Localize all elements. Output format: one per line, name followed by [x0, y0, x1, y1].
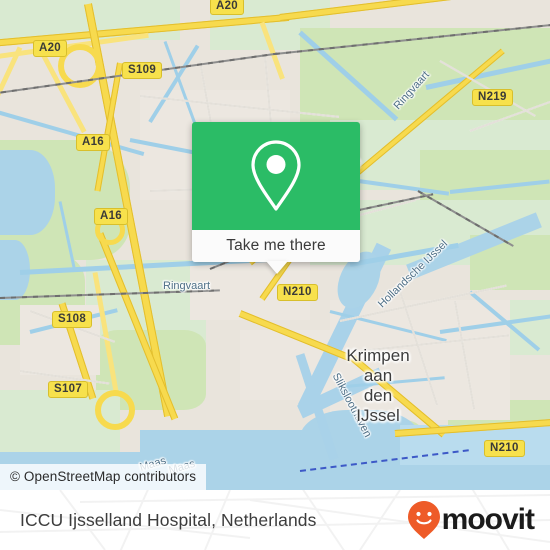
road-shield: N210: [484, 440, 525, 457]
footer-bar: ICCU Ijsselland Hospital, Netherlands mo…: [0, 490, 550, 550]
road-shield: A16: [76, 134, 110, 151]
water-label: Ringvaart: [163, 280, 211, 292]
map-pin-icon: [251, 140, 301, 211]
moovit-smiley-pin-icon: [407, 501, 440, 539]
location-callout-card[interactable]: Take me there: [192, 122, 360, 274]
road-shield: S108: [52, 311, 93, 328]
road-shield: S107: [48, 381, 89, 398]
road-shield: A20: [210, 0, 244, 15]
take-me-there-label: Take me there: [226, 237, 326, 254]
water-label: Hollandsche IJssel: [375, 237, 451, 311]
take-me-there-button[interactable]: Take me there: [192, 230, 360, 262]
moovit-logo[interactable]: moovit: [407, 500, 535, 540]
map-screenshot: Ringvaart Ringvaart Hollandsche IJssel Slik…: [0, 0, 550, 550]
moovit-wordmark: moovit: [441, 503, 535, 536]
page-title: ICCU Ijsselland Hospital, Netherlands: [20, 509, 317, 530]
osm-attribution[interactable]: © OpenStreetMap contributors: [0, 464, 207, 490]
card-pin-area: [192, 122, 360, 230]
water-label: Ringvaart: [391, 68, 432, 113]
card-pointer-tip: [266, 261, 288, 274]
road-shield: S109: [122, 62, 163, 79]
road-shield: N210: [277, 284, 318, 301]
road-shield: A20: [33, 40, 67, 57]
road-shield: N219: [472, 89, 513, 106]
place-label: Krimpen aan den IJssel: [346, 346, 410, 425]
road-shield: A16: [94, 208, 128, 225]
